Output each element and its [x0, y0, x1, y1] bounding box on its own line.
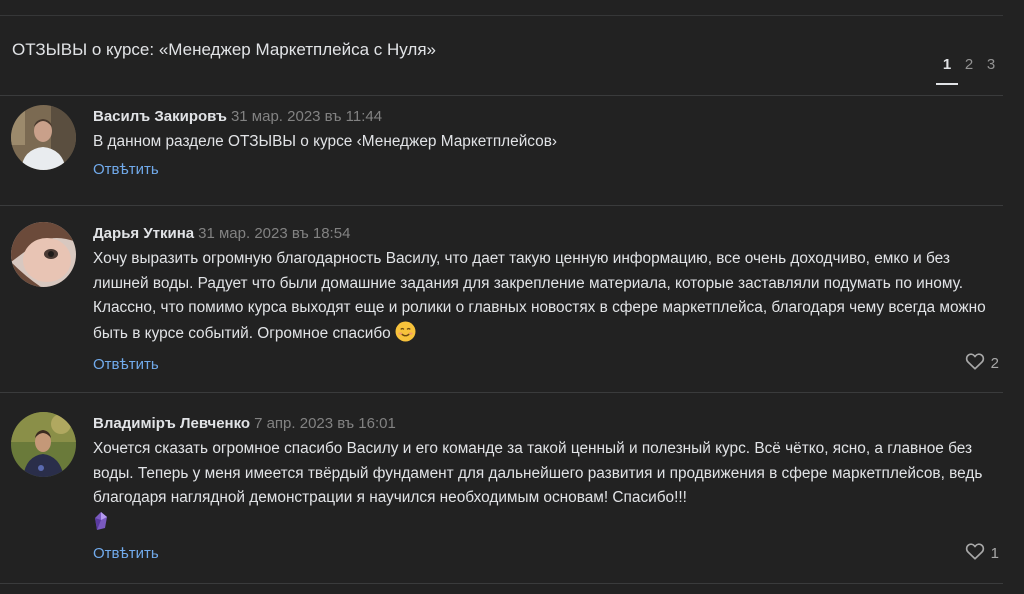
purple-crystal-emoji: [93, 511, 109, 540]
comment-date[interactable]: 31 мар. 2023 въ 11:44: [231, 108, 382, 125]
divider: [0, 583, 1003, 584]
comment-author[interactable]: Дарья Уткина: [93, 225, 194, 242]
heart-icon: [965, 542, 985, 564]
avatar[interactable]: [11, 105, 76, 170]
top-divider: [0, 15, 1003, 16]
reply-button[interactable]: Отвѣтить: [93, 161, 159, 178]
comment-item: Василъ Закировъ 31 мар. 2023 въ 11:44 В д…: [0, 96, 1003, 204]
pagination: 1 2 3: [936, 56, 1002, 73]
comment-author[interactable]: Василъ Закировъ: [93, 108, 227, 125]
avatar[interactable]: [11, 222, 76, 287]
reply-button[interactable]: Отвѣтить: [93, 356, 159, 373]
like-count: 2: [990, 354, 999, 372]
comment-author[interactable]: Владимiръ Левченко: [93, 415, 250, 432]
comment-text: В данном разделе ОТЗЫВЫ о курсе ‹Менедже…: [93, 133, 558, 150]
comment-item: Владимiръ Левченко 7 апр. 2023 въ 16:01 Х…: [0, 393, 1003, 583]
comment-item: Дарья Уткина 31 мар. 2023 въ 18:54 Хочу в…: [0, 206, 1003, 391]
page-title: ОТЗЫВЫ о курсе: «Менеджер Маркетплейса с…: [12, 40, 436, 59]
comment-text: Хочется сказать огромное спасибо Василу …: [93, 440, 983, 506]
smiling-face-emoji: [395, 321, 416, 351]
comment-date[interactable]: 31 мар. 2023 въ 18:54: [198, 225, 350, 242]
page-3-link[interactable]: 3: [980, 56, 1002, 73]
reply-button[interactable]: Отвѣтить: [93, 545, 159, 562]
avatar[interactable]: [11, 412, 76, 477]
like-count: 1: [990, 544, 999, 562]
active-page-indicator: [936, 83, 958, 85]
heart-icon: [965, 352, 985, 374]
comment-date[interactable]: 7 апр. 2023 въ 16:01: [254, 415, 396, 432]
page-1-link[interactable]: 1: [936, 56, 958, 73]
page-2-link[interactable]: 2: [958, 56, 980, 73]
like-button[interactable]: 2: [965, 352, 999, 374]
like-button[interactable]: 1: [965, 542, 999, 564]
comment-text: Хочу выразить огромную благодарность Вас…: [93, 250, 986, 342]
